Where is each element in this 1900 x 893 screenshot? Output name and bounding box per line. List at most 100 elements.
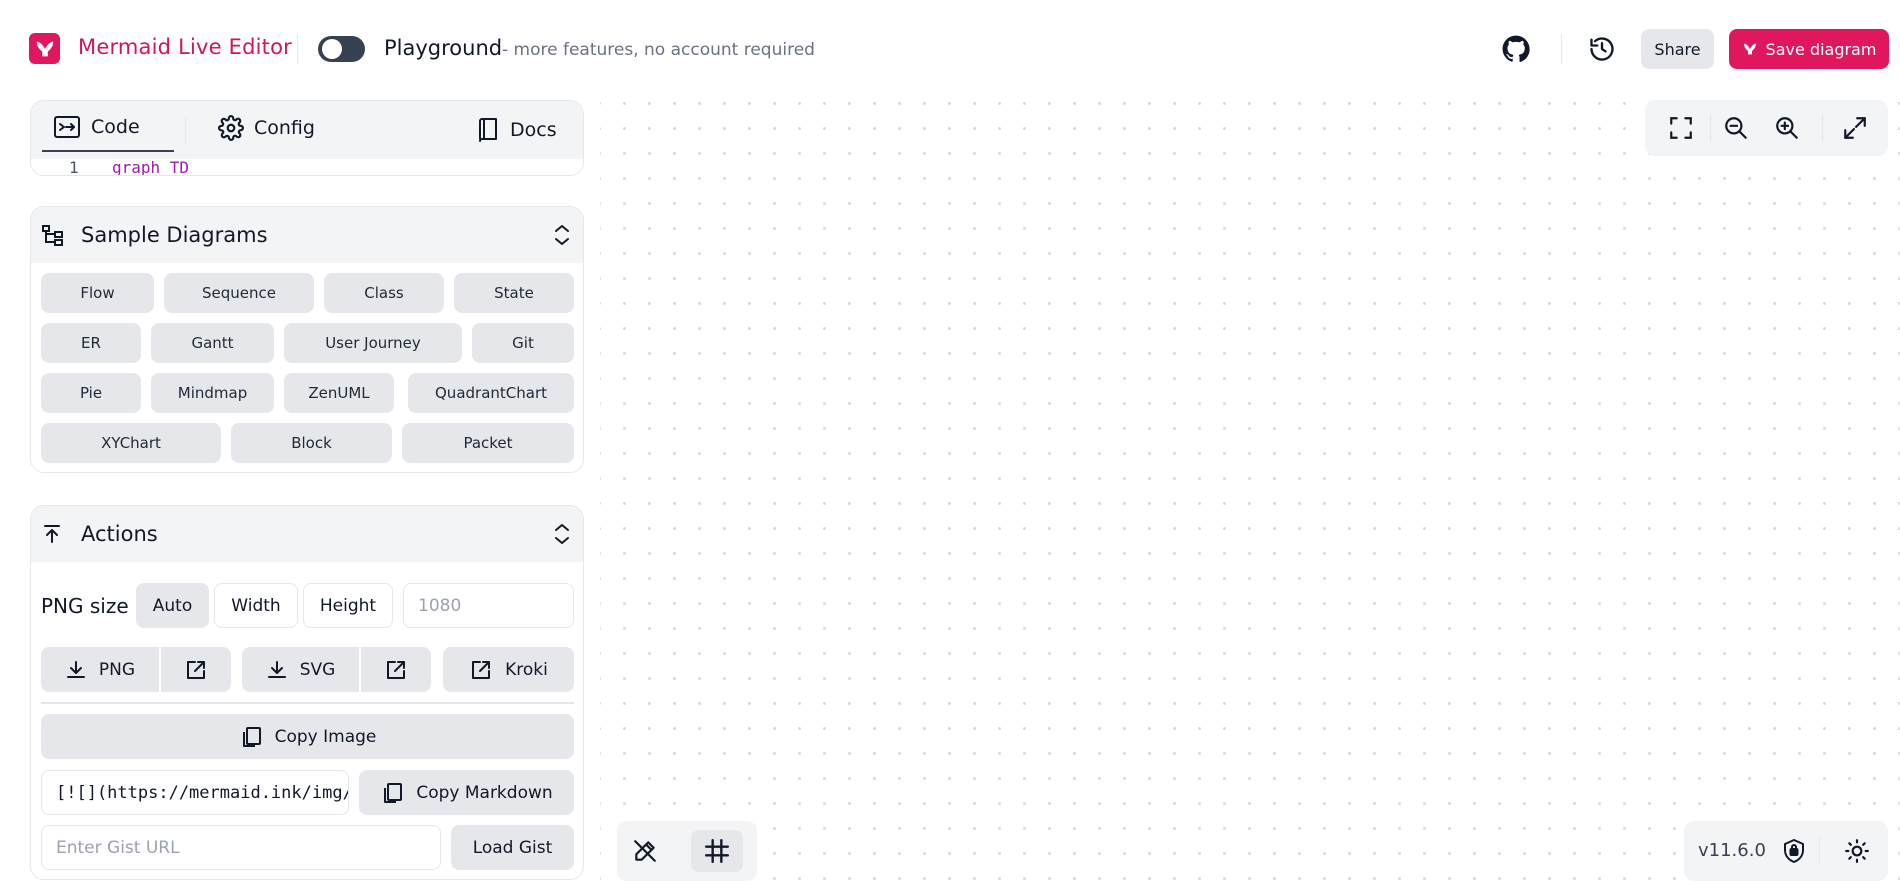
download-icon [267,660,286,678]
sample-packet[interactable]: Packet [402,423,574,463]
sample-mindmap[interactable]: Mindmap [151,373,274,413]
save-diagram-button[interactable]: Save diagram [1729,29,1889,69]
header-divider [1561,34,1562,64]
save-diagram-label: Save diagram [1765,39,1877,59]
github-icon[interactable] [1500,33,1532,65]
top-bar: Mermaid Live Editor Playground - more fe… [0,0,1900,98]
tab-config[interactable]: Config [178,115,315,141]
open-svg-button[interactable] [361,647,431,692]
download-svg-button[interactable]: SVG [242,647,359,692]
line-number: 1 [69,158,79,176]
toolbar-divider [1710,114,1711,142]
png-size-label: PNG size [41,594,129,618]
sample-flow[interactable]: Flow [41,273,154,313]
diagram-canvas[interactable] [600,98,1900,893]
png-label: PNG [98,659,136,680]
sample-zenuml[interactable]: ZenUML [284,373,394,413]
view-toolbar [1645,100,1888,156]
external-link-icon [187,660,205,679]
code-text[interactable]: graph TD [112,158,189,175]
editor-tabs: Code Config Docs [31,101,583,159]
sample-gantt[interactable]: Gantt [151,323,274,363]
sample-er[interactable]: ER [41,323,141,363]
sample-sequence[interactable]: Sequence [164,273,314,313]
actions-panel: Actions PNG size Auto Width Height 1080 … [30,505,584,880]
sun-icon[interactable] [1843,837,1871,865]
fit-view-icon[interactable] [1667,114,1695,142]
playground-toggle[interactable] [318,36,365,62]
shield-lock-icon[interactable] [1780,837,1808,865]
zoom-in-icon[interactable] [1773,114,1801,142]
zoom-out-icon[interactable] [1722,114,1750,142]
download-icon [66,660,85,678]
fullscreen-icon[interactable] [1841,114,1869,142]
collapse-icon[interactable] [553,224,571,246]
tab-config-label: Config [254,117,315,139]
pan-zoom-toggle-icon[interactable] [631,837,659,865]
toolbar-divider [1819,837,1820,865]
status-toolbar: v11.6.0 [1684,821,1888,881]
download-png-button[interactable]: PNG [41,647,159,692]
copy-icon [384,782,403,803]
docs-link[interactable]: Docs [476,117,557,143]
sample-git[interactable]: Git [472,323,574,363]
docs-label: Docs [510,119,557,141]
markdown-embed-field[interactable]: [![](https://mermaid.ink/img/p [41,770,349,815]
png-size-auto[interactable]: Auto [136,583,209,628]
copy-icon [242,726,261,747]
copy-markdown-label: Copy Markdown [416,782,553,803]
svg-label: SVG [299,659,336,680]
mermaid-logo-icon[interactable] [29,33,60,64]
actions-title: Actions [81,522,158,546]
gist-url-input[interactable]: Enter Gist URL [41,825,441,870]
kroki-button[interactable]: Kroki [443,647,574,692]
playground-subtitle: - more features, no account required [502,40,815,60]
open-png-button[interactable] [161,647,231,692]
grid-icon[interactable] [703,837,731,865]
canvas-tools [617,821,757,881]
app-title[interactable]: Mermaid Live Editor [78,35,292,59]
png-size-width[interactable]: Width [214,583,298,628]
sample-diagrams-title: Sample Diagrams [81,223,268,247]
png-size-height[interactable]: Height [303,583,393,628]
gear-icon [218,115,244,141]
playground-label: Playground [384,36,503,60]
code-editor[interactable]: 1 graph TD [31,158,583,176]
tab-code[interactable]: Code [53,115,140,139]
editor-panel: Code Config Docs 1 graph TD [30,100,584,176]
book-icon [479,118,497,142]
sample-quadrantchart[interactable]: QuadrantChart [408,373,574,413]
sample-diagrams-header[interactable]: Sample Diagrams [31,207,583,263]
mermaid-glyph-icon [1743,43,1756,55]
upload-icon [44,525,60,543]
sample-diagrams-panel: Sample Diagrams Flow Sequence Class Stat… [30,206,584,473]
history-icon[interactable] [1586,33,1618,65]
share-button[interactable]: Share [1641,29,1714,69]
header-divider [297,34,298,64]
copy-markdown-button[interactable]: Copy Markdown [359,770,574,815]
collapse-icon[interactable] [553,523,571,545]
png-size-input[interactable]: 1080 [403,583,574,628]
sample-class[interactable]: Class [324,273,444,313]
external-link-icon [472,660,491,679]
load-gist-button[interactable]: Load Gist [451,825,574,870]
toggle-knob [322,39,342,59]
actions-header[interactable]: Actions [31,506,583,562]
copy-image-button[interactable]: Copy Image [41,714,574,759]
sample-block[interactable]: Block [231,423,392,463]
tab-code-label: Code [91,116,140,138]
mermaid-glyph-icon [36,41,53,56]
kroki-label: Kroki [505,659,548,680]
active-tab-indicator [42,150,174,152]
version-label: v11.6.0 [1698,840,1766,861]
code-icon [54,116,80,138]
external-link-icon [387,660,405,679]
sample-user-journey[interactable]: User Journey [284,323,462,363]
sample-pie[interactable]: Pie [41,373,141,413]
diagram-icon [42,225,63,246]
sample-xychart[interactable]: XYChart [41,423,221,463]
sample-state[interactable]: State [454,273,574,313]
actions-divider [41,702,574,704]
toolbar-divider [1822,114,1823,142]
copy-image-label: Copy Image [274,726,377,747]
